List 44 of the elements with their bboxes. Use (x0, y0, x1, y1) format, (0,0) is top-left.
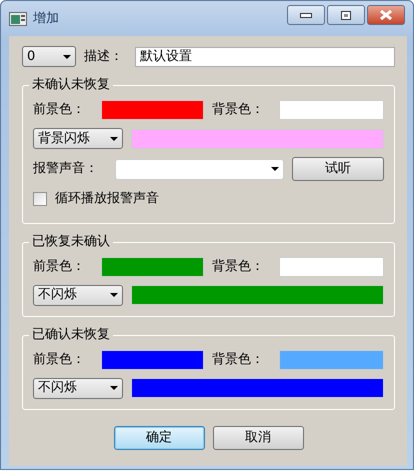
foreground-label: 前景色： (33, 258, 86, 276)
foreground-swatch[interactable] (101, 100, 204, 120)
blink-swatch[interactable] (131, 285, 384, 305)
blink-swatch[interactable] (131, 378, 384, 398)
description-label: 描述： (84, 48, 124, 66)
foreground-label: 前景色： (33, 350, 86, 369)
group-title: 已恢复未确认 (29, 234, 113, 250)
foreground-swatch[interactable] (101, 350, 204, 370)
sound-label: 报警声音： (33, 160, 99, 178)
ok-button[interactable]: 确定 (114, 426, 204, 450)
close-button[interactable] (367, 5, 405, 25)
foreground-swatch[interactable] (101, 256, 204, 276)
cancel-button[interactable]: 取消 (212, 426, 304, 450)
background-label: 背景色： (212, 350, 265, 369)
loop-label: 循环播放报警声音 (55, 190, 159, 208)
background-swatch[interactable] (279, 256, 384, 276)
minimize-icon (300, 12, 312, 18)
group-title: 已确认未恢复 (29, 326, 113, 342)
checkbox[interactable] (33, 192, 47, 206)
group-title: 未确认未恢复 (29, 77, 113, 93)
caret-icon (110, 386, 118, 390)
close-icon (380, 10, 392, 20)
caret-icon (63, 54, 71, 58)
background-label: 背景色： (212, 101, 265, 120)
blink-dropdown[interactable]: 背景闪烁 (33, 128, 123, 149)
maximize-icon (341, 10, 351, 20)
caret-icon (110, 136, 118, 140)
blink-swatch[interactable] (131, 128, 384, 148)
blink-dropdown[interactable]: 不闪烁 (33, 378, 123, 398)
sound-dropdown[interactable] (115, 158, 284, 180)
background-swatch[interactable] (279, 100, 384, 120)
id-dropdown[interactable]: 0 (22, 46, 76, 67)
app-icon (9, 12, 27, 26)
minimize-button[interactable] (287, 5, 325, 25)
background-swatch[interactable] (279, 350, 384, 370)
window-title: 增加 (33, 10, 59, 28)
description-field[interactable]: 默认设置 (135, 46, 395, 66)
test-button[interactable]: 试听 (292, 157, 384, 181)
background-label: 背景色： (212, 258, 265, 276)
caret-icon (110, 293, 118, 297)
maximize-button[interactable] (327, 5, 365, 25)
blink-dropdown[interactable]: 不闪烁 (33, 284, 123, 306)
caret-icon (271, 167, 279, 171)
foreground-label: 前景色： (33, 101, 86, 120)
